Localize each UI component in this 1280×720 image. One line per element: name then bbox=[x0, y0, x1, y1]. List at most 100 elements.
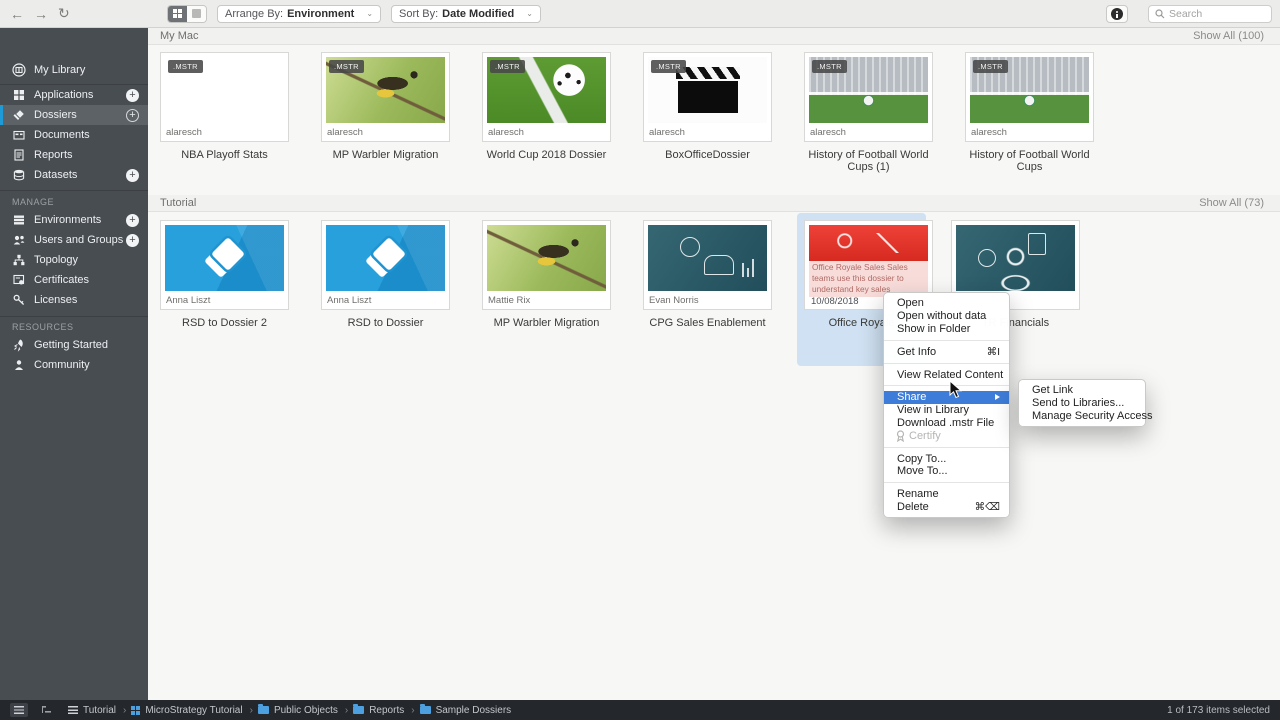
refresh-icon[interactable]: ↻ bbox=[58, 5, 70, 22]
dossier-card[interactable]: .MSTR alaresch World Cup 2018 Dossier bbox=[482, 52, 611, 161]
context-menu-item[interactable] bbox=[884, 446, 1009, 448]
card-owner: alaresch bbox=[649, 127, 685, 138]
applications-icon bbox=[14, 90, 24, 100]
add-user-button[interactable]: + bbox=[126, 233, 139, 247]
breadcrumb-item[interactable]: MicroStrategy Tutorial › bbox=[131, 705, 253, 716]
dossier-card[interactable]: .MSTR alaresch History of Football World… bbox=[804, 52, 933, 173]
card-title: History of Football World Cups bbox=[969, 149, 1090, 173]
add-application-button[interactable]: + bbox=[126, 88, 139, 102]
context-menu-item[interactable]: Open without data bbox=[884, 310, 1009, 323]
dossier-thumbnail bbox=[326, 225, 445, 291]
dossier-card[interactable]: .MSTR alaresch NBA Playoff Stats bbox=[160, 52, 289, 161]
context-menu-item[interactable]: Open bbox=[884, 297, 1009, 310]
show-all-link[interactable]: Show All (100) bbox=[1193, 30, 1264, 42]
card-thumbnail-box: Anna Liszt bbox=[321, 220, 450, 310]
card-owner: alaresch bbox=[971, 127, 1007, 138]
certificate-icon bbox=[13, 274, 25, 285]
sidebar-item-getting-started[interactable]: Getting Started bbox=[0, 335, 148, 355]
sidebar-item-licenses[interactable]: Licenses bbox=[0, 290, 148, 310]
dossier-card[interactable]: .MSTR alaresch MP Warbler Migration bbox=[321, 52, 450, 161]
card-title: CPG Sales Enablement bbox=[649, 317, 766, 329]
context-menu-item[interactable]: Rename bbox=[884, 488, 1009, 501]
community-icon bbox=[15, 360, 23, 370]
sidebar-item-applications[interactable]: Applications + bbox=[0, 85, 148, 105]
environments-icon bbox=[14, 215, 24, 225]
card-title: BoxOfficeDossier bbox=[665, 149, 750, 161]
card-title: MP Warbler Migration bbox=[332, 149, 439, 161]
context-menu-item[interactable] bbox=[884, 339, 1009, 341]
sidebar-item-dossiers[interactable]: Dossiers + bbox=[0, 105, 148, 125]
breadcrumb-item[interactable]: Tutorial › bbox=[68, 705, 126, 716]
submenu-item[interactable]: Get Link bbox=[1019, 384, 1145, 397]
sidebar-item-reports[interactable]: Reports bbox=[0, 145, 148, 165]
grid-view-icon bbox=[173, 9, 182, 18]
card-owner: Evan Norris bbox=[649, 295, 699, 306]
context-menu-item[interactable]: Share bbox=[884, 390, 1009, 404]
sidebar-item-my-library[interactable]: My Library bbox=[0, 60, 148, 80]
context-menu-item[interactable]: Delete ⌘⌫ bbox=[884, 501, 1009, 514]
breadcrumb-icon bbox=[131, 705, 141, 715]
search-box bbox=[1148, 5, 1272, 23]
breadcrumb-item[interactable]: Public Objects › bbox=[257, 704, 348, 716]
context-menu-item[interactable]: Download .mstr File bbox=[884, 417, 1009, 430]
dossier-card[interactable]: .MSTR alaresch History of Football World… bbox=[965, 52, 1094, 173]
sidebar-item-datasets[interactable]: Datasets + bbox=[0, 165, 148, 185]
card-title: NBA Playoff Stats bbox=[181, 149, 268, 161]
submenu-item[interactable]: Manage Security Access bbox=[1019, 410, 1152, 423]
reports-icon bbox=[14, 149, 24, 161]
context-menu-item[interactable]: Copy To... bbox=[884, 452, 1009, 465]
breadcrumb-list-view-button[interactable] bbox=[10, 703, 28, 717]
context-menu-item[interactable]: Certify bbox=[884, 429, 1009, 442]
card-title: MP Warbler Migration bbox=[493, 317, 600, 329]
breadcrumb-tree-view-button[interactable] bbox=[38, 703, 56, 717]
dossier-card[interactable]: Anna Liszt RSD to Dossier 2 bbox=[160, 220, 289, 329]
add-dataset-button[interactable]: + bbox=[126, 168, 139, 182]
sidebar-item-community[interactable]: Community bbox=[0, 355, 148, 375]
sort-by-dropdown[interactable]: Sort By: Date Modified ⌄ bbox=[391, 4, 541, 23]
add-dossier-button[interactable]: + bbox=[126, 108, 139, 122]
chevron-down-icon: ⌄ bbox=[366, 9, 374, 18]
breadcrumb-icon bbox=[419, 704, 431, 714]
back-icon[interactable]: ← bbox=[10, 6, 24, 22]
datasets-icon bbox=[13, 169, 25, 181]
context-menu-item[interactable]: View in Library bbox=[884, 404, 1009, 417]
breadcrumb-separator: › bbox=[122, 704, 127, 716]
resources-section-header: RESOURCES bbox=[12, 322, 74, 332]
dossier-card[interactable]: Evan Norris CPG Sales Enablement bbox=[643, 220, 772, 329]
info-button[interactable] bbox=[1106, 5, 1128, 23]
dossier-card[interactable]: Anna Liszt RSD to Dossier bbox=[321, 220, 450, 329]
sidebar-item-topology[interactable]: Topology bbox=[0, 250, 148, 270]
chevron-down-icon: ⌄ bbox=[526, 9, 533, 18]
arrange-by-dropdown[interactable]: Arrange By: Environment ⌄ bbox=[217, 4, 382, 23]
dossier-card[interactable]: .MSTR alaresch BoxOfficeDossier bbox=[643, 52, 772, 161]
breadcrumb-item[interactable]: Sample Dossiers › bbox=[419, 704, 511, 716]
sidebar-item-documents[interactable]: Documents bbox=[0, 125, 148, 145]
context-menu-item[interactable] bbox=[884, 385, 1009, 387]
add-environment-button[interactable]: + bbox=[126, 213, 139, 227]
sidebar-item-users-and-groups[interactable]: Users and Groups + bbox=[0, 230, 148, 250]
context-menu-item[interactable]: View Related Content bbox=[884, 368, 1009, 381]
grid-view-button[interactable] bbox=[168, 5, 187, 22]
forward-icon[interactable]: → bbox=[34, 6, 48, 22]
context-menu-item[interactable]: Get Info ⌘I bbox=[884, 345, 1009, 358]
context-menu-item[interactable] bbox=[884, 482, 1009, 484]
tree-icon bbox=[42, 706, 52, 714]
breadcrumb-item[interactable]: Reports › bbox=[353, 704, 415, 716]
context-menu-item[interactable]: Move To... bbox=[884, 465, 1009, 478]
context-menu-item[interactable] bbox=[884, 362, 1009, 364]
sidebar-item-certificates[interactable]: Certificates bbox=[0, 270, 148, 290]
dossier-card[interactable]: Mattie Rix MP Warbler Migration bbox=[482, 220, 611, 329]
section-header-tutorial: Tutorial Show All (73) bbox=[148, 195, 1280, 212]
dossiers-icon bbox=[13, 108, 26, 120]
my-mac-cards-row: .MSTR alaresch NBA Playoff Stats .MSTR a… bbox=[160, 52, 1094, 173]
sidebar-item-environments[interactable]: Environments + bbox=[0, 210, 148, 230]
list-view-button[interactable] bbox=[187, 5, 206, 22]
keyboard-shortcut: ⌘⌫ bbox=[974, 500, 1000, 513]
context-menu-item[interactable]: Show in Folder bbox=[884, 323, 1009, 336]
card-title: RSD to Dossier 2 bbox=[182, 317, 267, 329]
card-title: World Cup 2018 Dossier bbox=[486, 149, 607, 161]
card-owner: alaresch bbox=[488, 127, 524, 138]
show-all-link[interactable]: Show All (73) bbox=[1199, 197, 1264, 209]
search-input[interactable] bbox=[1169, 8, 1265, 20]
submenu-item[interactable]: Send to Libraries... bbox=[1019, 397, 1145, 410]
